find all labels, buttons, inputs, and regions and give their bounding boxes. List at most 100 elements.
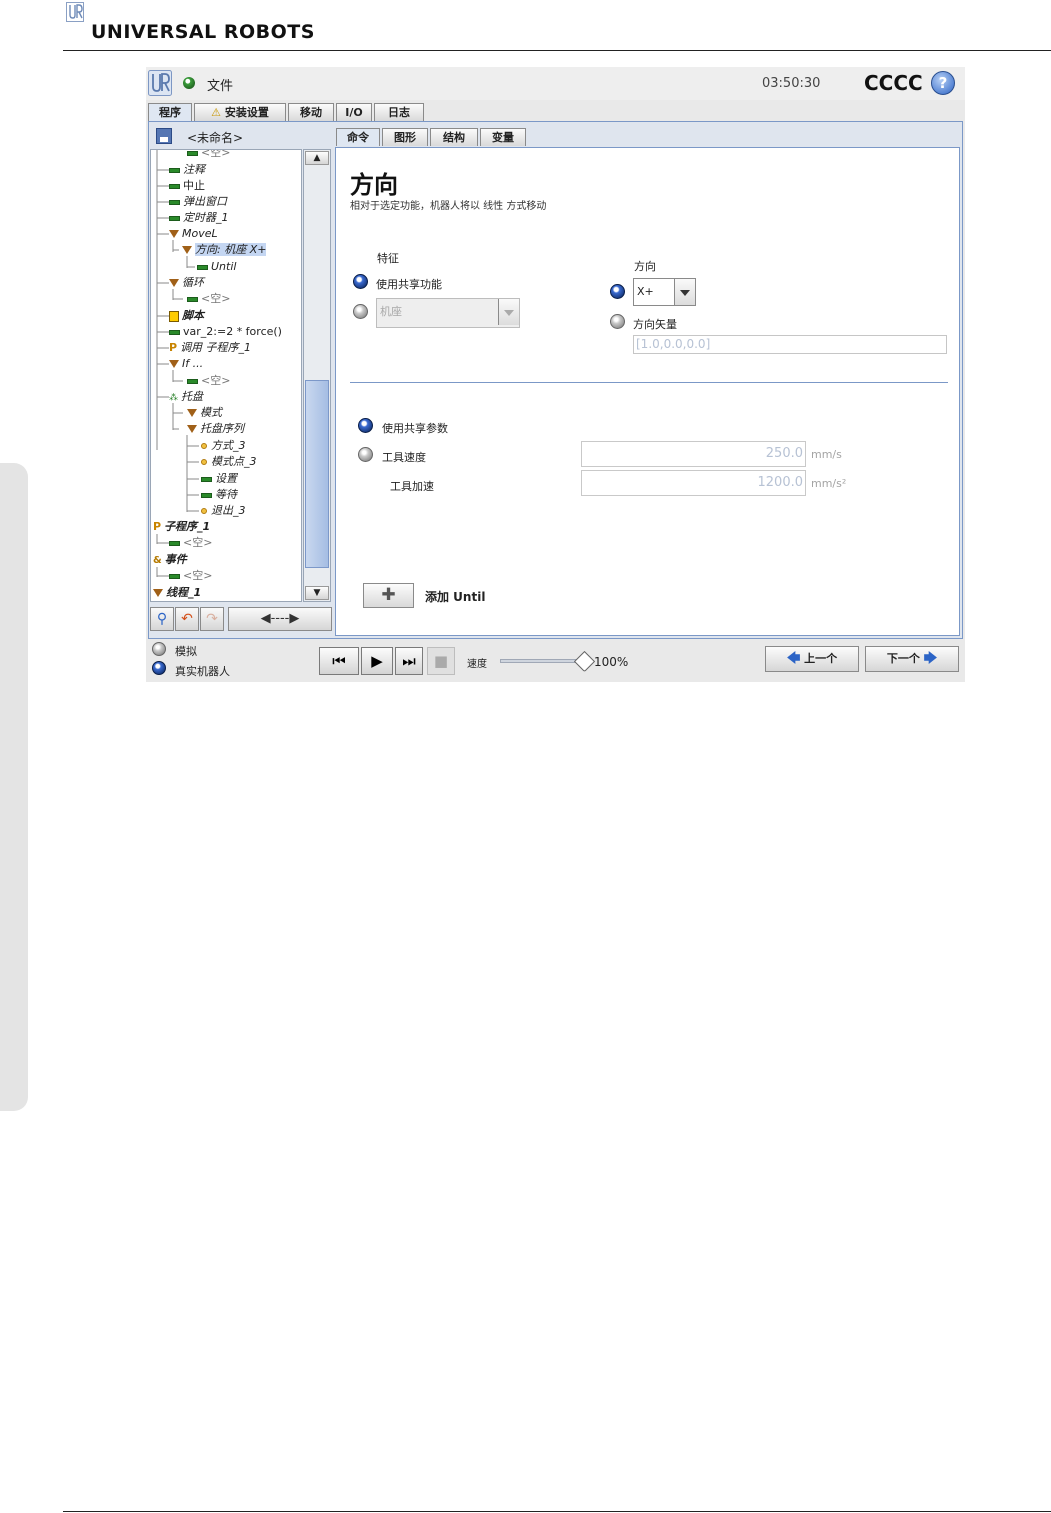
page-title: 方向 bbox=[350, 171, 398, 199]
simulation-radio[interactable] bbox=[152, 642, 166, 656]
header-rule bbox=[63, 50, 1051, 51]
redo-icon[interactable]: ↷ bbox=[200, 607, 224, 631]
tree-item-call-subprogram[interactable]: P 调用 子程序_1 bbox=[169, 341, 251, 355]
footer-rule bbox=[63, 1511, 1051, 1512]
tree-item-event[interactable]: & 事件 bbox=[153, 553, 187, 568]
tab-program[interactable]: 程序 bbox=[148, 103, 192, 121]
save-icon[interactable] bbox=[156, 128, 172, 144]
real-robot-radio[interactable] bbox=[152, 661, 166, 675]
tree-item-approach[interactable]: 方式_3 bbox=[201, 439, 246, 453]
previous-button[interactable]: 🡄 上一个 bbox=[765, 646, 859, 672]
step-button[interactable]: ⏭ bbox=[395, 647, 423, 675]
tool-speed-radio[interactable] bbox=[358, 447, 373, 462]
command-panel bbox=[335, 147, 960, 636]
tab-installation[interactable]: ⚠ 安装设置 bbox=[194, 103, 286, 121]
scrollbar-thumb[interactable] bbox=[305, 380, 329, 568]
speed-slider[interactable] bbox=[500, 659, 584, 663]
tree-item-assignment[interactable]: var_2:=2 * force() bbox=[169, 325, 282, 339]
clock: 03:50:30 bbox=[762, 76, 821, 91]
tab-io[interactable]: I/O bbox=[336, 103, 372, 121]
tree-item-set[interactable]: 设置 bbox=[201, 472, 237, 486]
program-tree[interactable]: <空> 注释 中止 弹出窗口 定时器_1 MoveL 方向: 机座 X+ Unt… bbox=[150, 149, 302, 602]
use-shared-params-label: 使用共享参数 bbox=[382, 422, 448, 435]
tree-item-pallet-sequence[interactable]: 托盘序列 bbox=[187, 422, 244, 436]
scroll-up-icon[interactable]: ▲ bbox=[305, 151, 329, 165]
scroll-down-icon[interactable]: ▼ bbox=[305, 586, 329, 600]
real-robot-label: 真实机器人 bbox=[175, 665, 230, 678]
tree-item-empty-2[interactable]: <空> bbox=[187, 292, 230, 306]
tree-item-comment[interactable]: 注释 bbox=[169, 163, 205, 177]
tree-item-script[interactable]: 脚本 bbox=[169, 309, 204, 323]
tool-accel-unit: mm/s² bbox=[811, 477, 847, 490]
previous-label: 上一个 bbox=[804, 652, 838, 665]
tree-item-pallet[interactable]: ⁂ 托盘 bbox=[169, 390, 203, 405]
help-icon[interactable]: ? bbox=[931, 71, 955, 95]
tree-item-pattern[interactable]: 模式 bbox=[187, 406, 222, 420]
step-icon: ⏭ bbox=[402, 652, 416, 670]
play-icon: ▶ bbox=[371, 652, 383, 670]
chevron-down-icon[interactable] bbox=[674, 279, 695, 305]
tab-installation-label: 安装设置 bbox=[224, 106, 269, 119]
play-button[interactable]: ▶ bbox=[361, 647, 393, 675]
direction-radio[interactable] bbox=[610, 284, 625, 299]
tree-item-direction[interactable]: 方向: 机座 X+ bbox=[182, 243, 267, 257]
tree-item-subprogram[interactable]: P 子程序_1 bbox=[153, 520, 210, 534]
tab-variables[interactable]: 变量 bbox=[480, 128, 526, 146]
tree-item-thread[interactable]: 线程_1 bbox=[153, 586, 201, 600]
tab-command[interactable]: 命令 bbox=[336, 128, 380, 146]
search-icon[interactable]: ⚲ bbox=[150, 607, 174, 631]
direction-vector-field[interactable]: [1.0,0.0,0.0] bbox=[633, 335, 947, 354]
tree-item-until[interactable]: Until bbox=[197, 260, 236, 274]
tab-structure[interactable]: 结构 bbox=[430, 128, 478, 146]
tree-item-empty-1[interactable]: <空> bbox=[187, 150, 230, 160]
tool-speed-field: 250.0 bbox=[581, 441, 806, 467]
tree-item-timer[interactable]: 定时器_1 bbox=[169, 211, 229, 225]
undo-icon[interactable]: ↶ bbox=[175, 607, 199, 631]
direction-vector-radio[interactable] bbox=[610, 314, 625, 329]
tab-graphics[interactable]: 图形 bbox=[382, 128, 428, 146]
file-menu[interactable]: 文件 bbox=[207, 75, 233, 94]
feature-dropdown: 机座 bbox=[376, 298, 520, 328]
use-shared-params-radio[interactable] bbox=[358, 418, 373, 433]
tree-item-halt[interactable]: 中止 bbox=[169, 179, 205, 193]
tab-move[interactable]: 移动 bbox=[288, 103, 334, 121]
stop-icon: ■ bbox=[433, 652, 449, 670]
tree-item-loop[interactable]: 循环 bbox=[169, 276, 204, 290]
tool-accel-label: 工具加速 bbox=[390, 480, 434, 493]
program-name: <未命名> bbox=[187, 131, 244, 145]
tree-toolbar: ⚲ ↶ ↷ ◀----▶ bbox=[150, 607, 332, 633]
use-shared-feature-radio[interactable] bbox=[353, 274, 368, 289]
feature-select-radio[interactable] bbox=[353, 304, 368, 319]
add-until-button[interactable]: ✚ bbox=[363, 583, 414, 608]
brand-name: UNIVERSAL ROBOTS bbox=[91, 21, 315, 43]
status-light-icon bbox=[183, 77, 195, 89]
section-divider bbox=[350, 382, 948, 383]
ur-logo-icon[interactable] bbox=[148, 70, 172, 96]
tree-item-wait[interactable]: 等待 bbox=[201, 488, 237, 502]
robot-name: CCCC bbox=[864, 71, 923, 95]
direction-vector-label: 方向矢量 bbox=[633, 318, 677, 331]
next-button[interactable]: 下一个 🡆 bbox=[865, 646, 959, 672]
arrow-right-icon: 🡆 bbox=[923, 651, 938, 666]
speed-label: 速度 bbox=[467, 659, 487, 670]
tree-item-empty-3[interactable]: <空> bbox=[187, 374, 230, 388]
rewind-icon: ⏮ bbox=[332, 652, 346, 670]
tree-item-exit[interactable]: 退出_3 bbox=[201, 504, 246, 518]
resize-panel-icon[interactable]: ◀----▶ bbox=[228, 607, 332, 631]
ur-logo-icon bbox=[66, 2, 84, 22]
tree-item-pattern-point[interactable]: 模式点_3 bbox=[201, 455, 257, 469]
tree-item-popup[interactable]: 弹出窗口 bbox=[169, 195, 227, 209]
tree-scrollbar[interactable]: ▲ ▼ bbox=[303, 149, 331, 602]
tool-accel-field: 1200.0 bbox=[581, 470, 806, 496]
tree-item-empty-4[interactable]: <空> bbox=[169, 536, 212, 550]
tool-speed-unit: mm/s bbox=[811, 448, 842, 461]
add-until-label: 添加 Until bbox=[425, 590, 486, 604]
tree-item-if[interactable]: If ... bbox=[169, 357, 203, 371]
direction-dropdown[interactable]: X+ bbox=[633, 278, 696, 306]
tree-item-empty-5[interactable]: <空> bbox=[169, 569, 212, 583]
rewind-button[interactable]: ⏮ bbox=[319, 647, 359, 675]
tree-item-movel[interactable]: MoveL bbox=[169, 227, 218, 241]
tab-log[interactable]: 日志 bbox=[374, 103, 424, 121]
use-shared-feature-label: 使用共享功能 bbox=[376, 278, 442, 291]
title-bar: 文件 03:50:30 CCCC ? bbox=[146, 67, 965, 100]
